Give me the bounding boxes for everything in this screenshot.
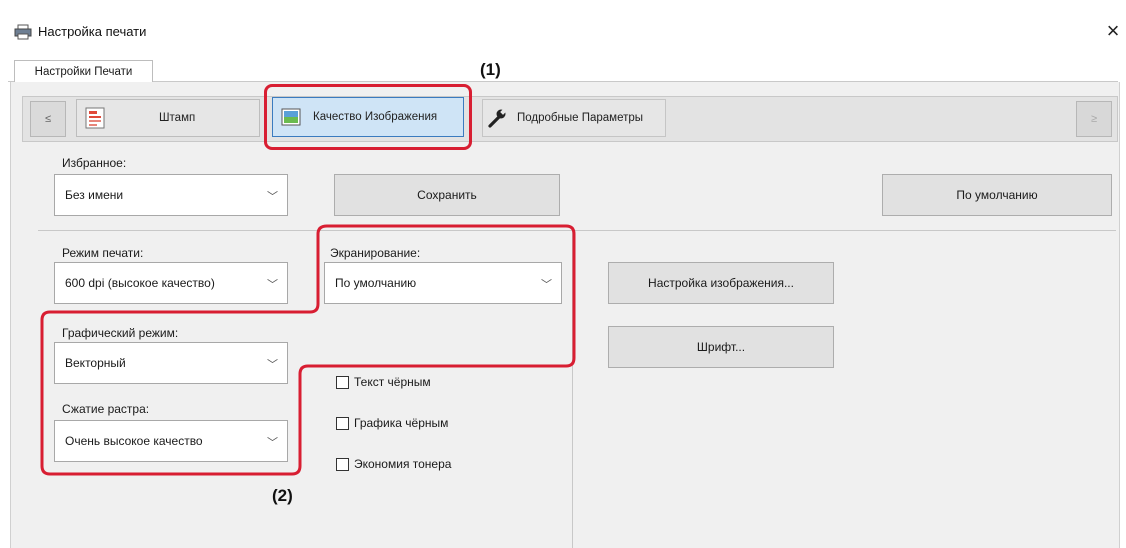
callout-2: (2) bbox=[272, 486, 293, 505]
highlight-box-2 bbox=[40, 224, 576, 476]
print-settings-window: Настройка печати × Настройки Печати ≤ Шт… bbox=[0, 0, 1126, 548]
